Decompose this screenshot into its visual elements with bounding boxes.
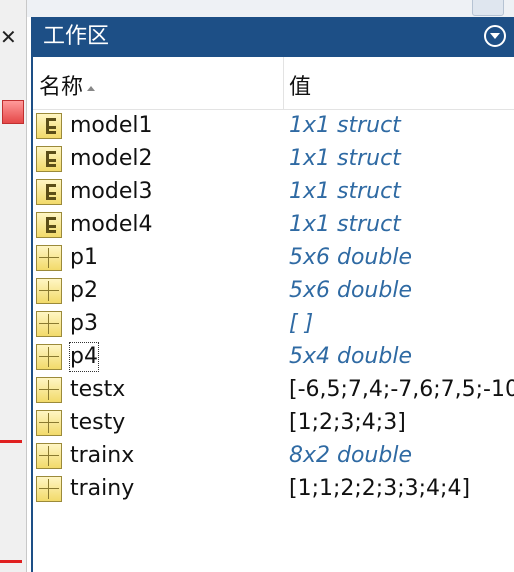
variable-name: trainy: [70, 476, 135, 501]
variable-name: testx: [70, 377, 126, 402]
variable-row[interactable]: model2 1x1 struct: [33, 143, 514, 176]
matrix-icon: [36, 443, 62, 469]
adjacent-panel: ✕: [0, 0, 27, 572]
variable-row[interactable]: p3 [ ]: [33, 308, 514, 341]
struct-icon: [36, 146, 62, 172]
matrix-icon: [36, 245, 62, 271]
struct-icon: [36, 179, 62, 205]
variable-row[interactable]: testy [1;2;3;4;3]: [33, 407, 514, 440]
matrix-icon: [36, 476, 62, 502]
panel-title: 工作区: [43, 24, 110, 49]
variable-value: 1x1 struct: [289, 146, 401, 171]
variable-name: p4: [69, 342, 99, 372]
column-name-label: 名称: [39, 75, 84, 100]
column-value-header[interactable]: 值: [289, 69, 311, 101]
variable-list: model1 1x1 struct model2 1x1 struct mode…: [33, 110, 514, 506]
struct-icon: [36, 212, 62, 238]
variable-row[interactable]: p4 5x4 double: [33, 341, 514, 374]
variable-row[interactable]: model3 1x1 struct: [33, 176, 514, 209]
matrix-icon: [36, 377, 62, 403]
variable-row[interactable]: p2 5x6 double: [33, 275, 514, 308]
variable-name: model1: [70, 113, 153, 138]
panel-menu-icon[interactable]: [484, 25, 506, 47]
variable-name: p3: [70, 311, 98, 336]
variable-value: [-6,5;7,4;-7,6;7,5;-10: [289, 377, 514, 402]
column-name-header[interactable]: 名称: [39, 69, 96, 101]
variable-row[interactable]: model4 1x1 struct: [33, 209, 514, 242]
variable-value: 1x1 struct: [289, 113, 401, 138]
matrix-icon: [36, 344, 62, 370]
marker-line: [0, 440, 22, 443]
variable-name: model3: [70, 179, 153, 204]
variable-name: model2: [70, 146, 153, 171]
variable-value: 5x6 double: [289, 278, 412, 303]
variable-row[interactable]: model1 1x1 struct: [33, 110, 514, 143]
variable-name: testy: [70, 410, 126, 435]
error-indicator: [2, 100, 24, 124]
variable-row[interactable]: trainy [1;1;2;2;3;3;4;4]: [33, 473, 514, 506]
variable-value: 5x4 double: [289, 344, 412, 369]
variable-row[interactable]: trainx 8x2 double: [33, 440, 514, 473]
variable-row[interactable]: testx [-6,5;7,4;-7,6;7,5;-10: [33, 374, 514, 407]
variable-value: [1;2;3;4;3]: [289, 410, 406, 435]
variable-value: [ ]: [289, 311, 314, 336]
matrix-icon: [36, 311, 62, 337]
struct-icon: [36, 113, 62, 139]
matrix-icon: [36, 410, 62, 436]
variable-value: 5x6 double: [289, 245, 412, 270]
variable-name: trainx: [70, 443, 135, 468]
variable-value: 1x1 struct: [289, 212, 401, 237]
column-divider[interactable]: [283, 57, 284, 109]
variable-name: model4: [70, 212, 153, 237]
toolbar-strip: [27, 0, 514, 17]
variable-value: 1x1 struct: [289, 179, 401, 204]
variable-name: p1: [70, 245, 98, 270]
workspace-header: 工作区: [33, 17, 514, 57]
marker-line: [0, 560, 22, 563]
variable-row[interactable]: p1 5x6 double: [33, 242, 514, 275]
sort-asc-icon: [87, 85, 96, 91]
variable-name: p2: [70, 278, 98, 303]
variable-value: [1;1;2;2;3;3;4;4]: [289, 476, 471, 501]
toolbar-button[interactable]: [472, 0, 504, 16]
close-icon[interactable]: ✕: [0, 22, 20, 52]
workspace-panel: 工作区 名称 值 model1 1x1 struct model2 1x1 st…: [31, 17, 514, 572]
variable-value: 8x2 double: [289, 443, 412, 468]
matrix-icon: [36, 278, 62, 304]
column-header: 名称 值: [33, 57, 514, 110]
